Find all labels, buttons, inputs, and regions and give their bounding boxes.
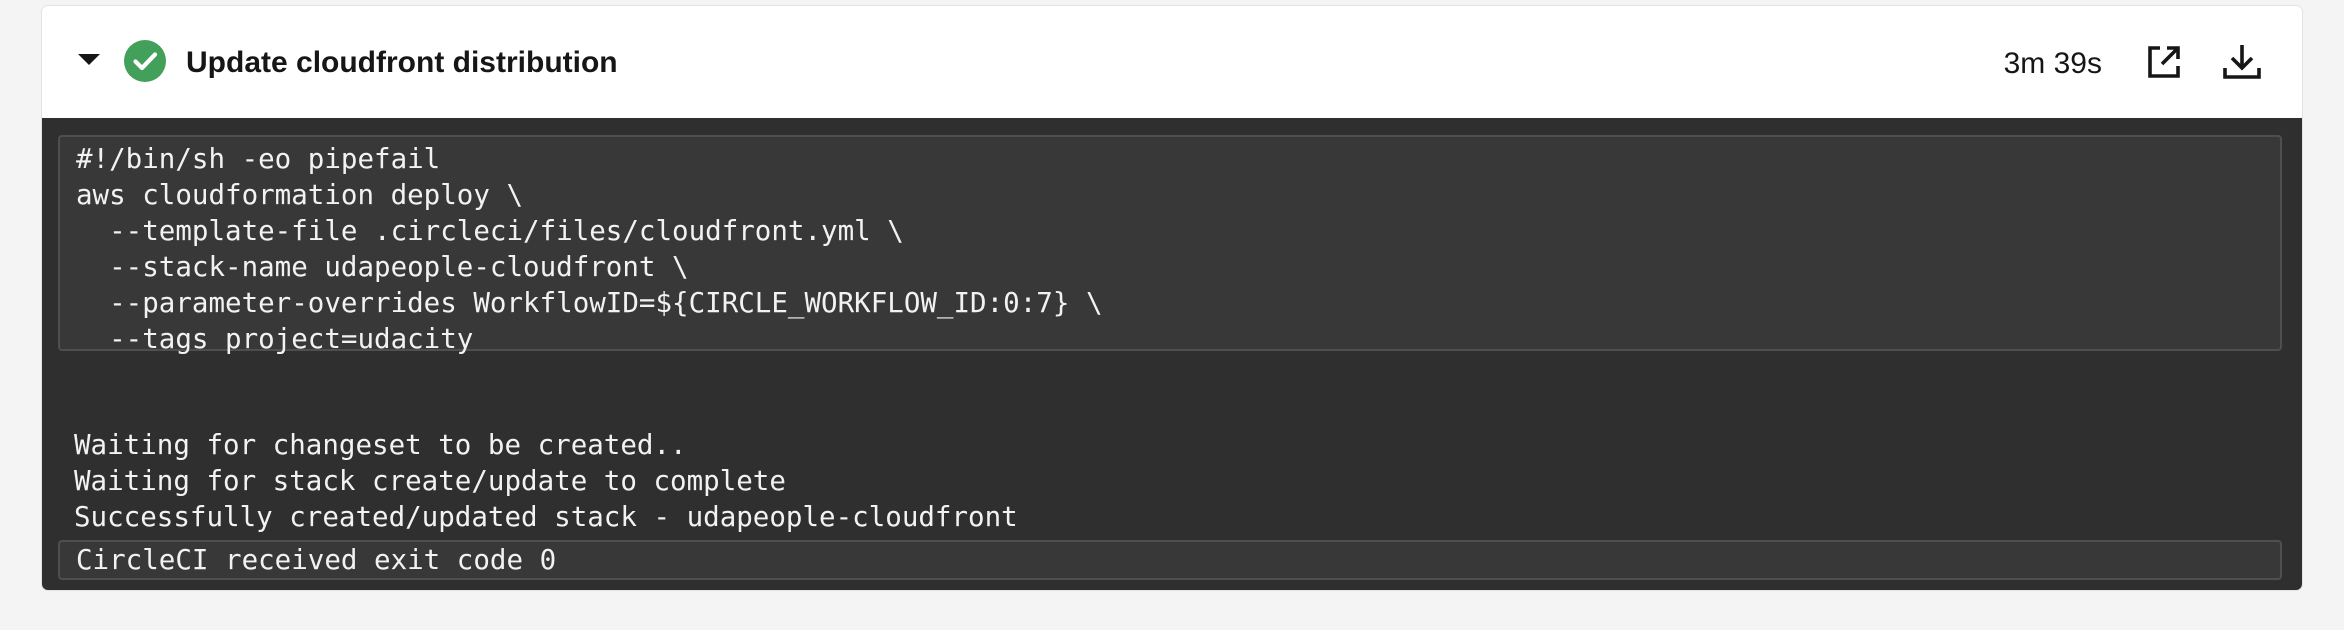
log-line: Waiting for changeset to be created..: [74, 429, 687, 461]
command-line: aws cloudformation deploy \: [76, 179, 524, 211]
command-line: --stack-name udapeople-cloudfront \: [76, 251, 689, 283]
step-duration: 3m 39s: [2003, 47, 2102, 80]
log-line: Waiting for stack create/update to compl…: [74, 465, 786, 497]
command-block: #!/bin/sh -eo pipefail aws cloudformatio…: [58, 135, 2282, 355]
terminal-output: #!/bin/sh -eo pipefail aws cloudformatio…: [42, 118, 2302, 590]
exit-code-block: CircleCI received exit code 0: [58, 540, 2282, 580]
log-output: Waiting for changeset to be created.. Wa…: [74, 427, 1018, 535]
step-panel: Update cloudfront distribution 3m 39s #!…: [42, 6, 2302, 590]
caret-down-icon[interactable]: [78, 54, 100, 65]
command-line: #!/bin/sh -eo pipefail: [76, 143, 441, 175]
step-header[interactable]: Update cloudfront distribution 3m 39s: [42, 6, 2302, 118]
log-line: Successfully created/updated stack - uda…: [74, 501, 1018, 533]
check-circle-icon: [124, 40, 166, 82]
command-line: --template-file .circleci/files/cloudfro…: [76, 215, 904, 247]
external-link-icon[interactable]: [2142, 40, 2186, 84]
command-line: --parameter-overrides WorkflowID=${CIRCL…: [76, 287, 1103, 319]
exit-code-message: CircleCI received exit code 0: [76, 544, 557, 576]
download-icon[interactable]: [2220, 40, 2264, 84]
command-line: --tags project=udacity: [76, 323, 474, 355]
step-title: Update cloudfront distribution: [186, 46, 618, 79]
